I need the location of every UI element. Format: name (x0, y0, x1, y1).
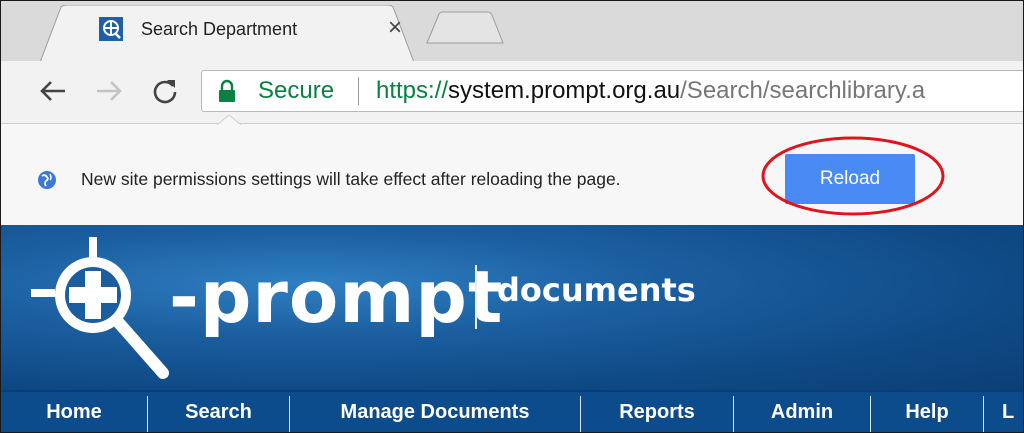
permissions-infobar: New site permissions settings will take … (1, 115, 1023, 225)
nav-home[interactable]: Home (1, 392, 147, 432)
reload-icon (153, 80, 177, 104)
brand-divider (475, 265, 477, 329)
arrow-left-icon (40, 81, 65, 101)
tab-title: Search Department (141, 19, 298, 39)
back-button[interactable] (35, 73, 71, 109)
secure-label: Secure (258, 77, 335, 104)
arrow-right-icon (97, 81, 122, 101)
tab-strip: Search Department × (1, 1, 1023, 65)
omnibox-divider (358, 77, 359, 105)
address-bar[interactable]: Secure https://system.prompt.org.au/Sear… (201, 70, 1023, 112)
forward-button[interactable] (91, 73, 127, 109)
nav-manage-documents[interactable]: Manage Documents (290, 392, 580, 432)
infobar-message: New site permissions settings will take … (81, 169, 621, 189)
new-tab-icon (426, 11, 504, 44)
nav-help[interactable]: Help (871, 392, 983, 432)
new-tab-button[interactable] (425, 11, 505, 45)
nav-admin[interactable]: Admin (734, 392, 870, 432)
browser-window: Search Department × Secure https://syste… (0, 0, 1024, 433)
browser-toolbar: Secure https://system.prompt.org.au/Sear… (1, 61, 1023, 123)
brand-subtitle: documents (497, 271, 696, 309)
prompt-logo-icon (99, 17, 123, 41)
reload-page-button[interactable] (147, 73, 183, 109)
url-text: https://system.prompt.org.au/Search/sear… (376, 77, 925, 105)
nav-logout-partial[interactable]: L (984, 392, 1023, 432)
prompt-magnifier-logo-icon (31, 237, 169, 379)
url-scheme: https:// (376, 77, 449, 104)
site-nav-menu: Home Search Manage Documents Reports Adm… (1, 390, 1023, 432)
highlight-ellipse (761, 136, 945, 216)
site-header: -prompt documents (1, 225, 1023, 391)
lock-icon (216, 79, 238, 103)
url-path: /Search/searchlibrary.a (680, 77, 926, 104)
url-host: system.prompt.org.au (448, 77, 681, 104)
tab-close-icon[interactable]: × (383, 15, 407, 41)
globe-icon (37, 170, 57, 190)
nav-reports[interactable]: Reports (581, 392, 733, 432)
nav-search[interactable]: Search (148, 392, 289, 432)
tab-search-department[interactable]: Search Department × (39, 5, 415, 65)
infobar-pointer (217, 115, 241, 125)
brand-name: -prompt (169, 255, 504, 339)
